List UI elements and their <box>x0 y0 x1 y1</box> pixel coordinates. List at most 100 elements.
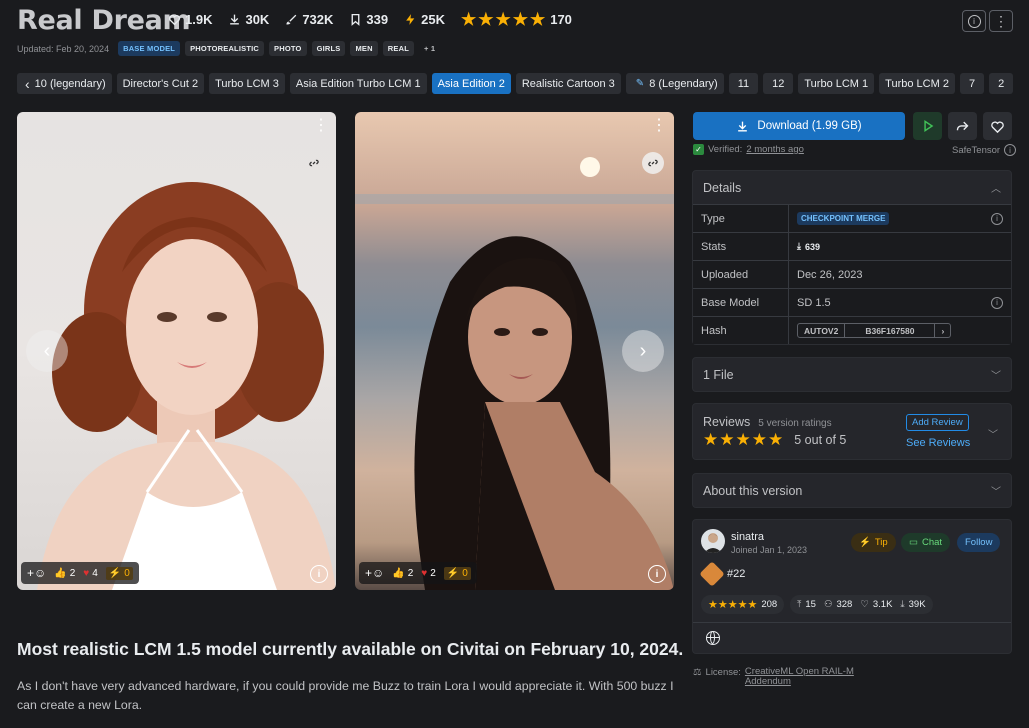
download-button[interactable]: Download (1.99 GB) <box>693 112 905 140</box>
image-info-button[interactable]: i <box>648 565 666 583</box>
buzz-stat: 25K <box>404 12 445 27</box>
star-icon: ★ <box>719 430 735 449</box>
buzz-reaction[interactable]: ⚡ 0 <box>105 566 133 580</box>
version-tab[interactable]: Turbo LCM 1 <box>798 73 875 94</box>
prev-image-button[interactable]: ‹ <box>26 330 68 372</box>
heart-reaction[interactable]: ♥ 4 <box>83 568 98 579</box>
collected-stat: 339 <box>349 12 388 27</box>
add-review-button[interactable]: Add Review <box>906 414 969 431</box>
info-button[interactable]: i <box>962 10 986 32</box>
generation-link-button[interactable] <box>642 152 664 174</box>
image-info-button[interactable]: i <box>310 565 328 583</box>
image-menu-button[interactable]: ⋮ <box>313 118 329 134</box>
version-tab[interactable]: 11 <box>728 73 759 94</box>
star-icon: ★ <box>735 430 751 449</box>
tag-base-model[interactable]: BASE MODEL <box>118 41 181 56</box>
add-reaction-button[interactable]: +☺ <box>27 566 46 580</box>
creator-rating: ★★★★★ 208 <box>701 595 785 614</box>
like-reaction[interactable]: 👍 2 <box>392 568 413 579</box>
divider <box>693 622 1011 623</box>
tag-more[interactable]: + 1 <box>419 41 440 56</box>
reviews-heading: Reviews <box>703 415 751 429</box>
version-tab[interactable]: ✎ 8 (Legendary) <box>625 73 724 94</box>
more-vertical-icon: ⋮ <box>994 13 1008 29</box>
avatar-image <box>704 533 722 553</box>
license-addendum-link[interactable]: Addendum <box>745 677 854 687</box>
star-icon: ★ <box>512 10 528 29</box>
version-tab[interactable]: Asia Edition Turbo LCM 1 <box>289 73 427 94</box>
version-tab[interactable]: ‹ 10 (legendary) <box>17 73 112 94</box>
version-label: 10 (legendary) <box>34 77 106 90</box>
verified-status: ✓ Verified: 2 months ago <box>693 144 804 155</box>
version-tab[interactable]: Director's Cut 2 <box>116 73 205 94</box>
download-icon <box>738 121 748 132</box>
chevron-up-icon: ︿ <box>991 184 1001 195</box>
follow-button[interactable]: Follow <box>957 533 1001 552</box>
brush-icon: ✎ <box>635 78 645 89</box>
tag-real[interactable]: REAL <box>382 41 414 56</box>
hash-value[interactable]: B36F167580 <box>844 324 934 337</box>
like-reaction[interactable]: 👍 2 <box>54 568 75 579</box>
info-icon[interactable]: i <box>991 212 1003 225</box>
detail-label: Base Model <box>693 289 789 316</box>
generation-link-button[interactable] <box>303 152 325 174</box>
star-icon: ★ <box>478 10 494 29</box>
license-label: License: <box>705 667 741 678</box>
share-button[interactable] <box>948 112 977 140</box>
download-icon: ⤓ <box>797 241 801 251</box>
tag-girls[interactable]: GIRLS <box>311 41 346 56</box>
heart-count: 2 <box>430 567 436 579</box>
info-icon[interactable]: i <box>1004 144 1017 156</box>
globe-icon[interactable] <box>706 631 720 645</box>
files-heading: 1 File <box>703 367 734 382</box>
about-panel[interactable]: About this version ﹀ <box>692 473 1012 508</box>
run-button[interactable] <box>913 112 942 140</box>
heart-icon <box>168 15 181 26</box>
version-tab[interactable]: Turbo LCM 2 <box>879 73 955 94</box>
buzz-reaction[interactable]: ⚡ 0 <box>443 566 471 580</box>
see-reviews-link[interactable]: See Reviews <box>906 437 970 449</box>
download-label: Download (1.99 GB) <box>757 120 862 132</box>
description-heading: Most realistic LCM 1.5 model currently a… <box>17 639 684 659</box>
more-menu-button[interactable]: ⋮ <box>989 10 1013 32</box>
verified-date[interactable]: 2 months ago <box>746 144 804 155</box>
creator-name[interactable]: sinatra <box>731 531 764 543</box>
hash-selector[interactable]: AUTOV2 B36F167580 › <box>797 323 952 338</box>
file-format-label: SafeTensor <box>952 144 1001 156</box>
chevron-down-icon[interactable]: ﹀ <box>988 426 998 441</box>
info-icon: i <box>655 568 659 580</box>
details-header[interactable]: Details ︿ <box>693 171 1011 204</box>
version-tab[interactable]: 7 <box>959 73 985 94</box>
tag-photo[interactable]: PHOTO <box>269 41 307 56</box>
version-tab[interactable]: 12 <box>763 73 794 94</box>
gallery-image[interactable]: ⋮ › +☺ 👍 2 ♥ 2 ⚡ 0 i <box>355 112 674 590</box>
chevron-down-icon: ﹀ <box>991 487 1001 498</box>
version-tab[interactable]: Turbo LCM 3 <box>209 73 285 94</box>
hash-type: AUTOV2 <box>804 325 839 336</box>
uploaded-value: Dec 26, 2023 <box>797 268 863 281</box>
version-tab-active[interactable]: Asia Edition 2 <box>431 73 511 94</box>
chevron-down-icon: ﹀ <box>991 371 1001 382</box>
bookmark-icon <box>351 13 360 26</box>
tag-photorealistic[interactable]: PHOTOREALISTIC <box>185 41 265 56</box>
image-menu-button[interactable]: ⋮ <box>651 118 667 134</box>
gallery-image[interactable]: ⋮ ‹ +☺ 👍 2 ♥ 4 ⚡ 0 i <box>17 112 336 590</box>
star-icon: ★ <box>703 430 719 449</box>
favorite-button[interactable] <box>983 112 1012 140</box>
chat-button[interactable]: ▭ Chat <box>901 533 951 552</box>
detail-label: Uploaded <box>693 261 789 288</box>
tag-men[interactable]: MEN <box>350 41 378 56</box>
next-image-button[interactable]: › <box>622 330 664 372</box>
tip-button[interactable]: ⚡ Tip <box>851 533 896 552</box>
thumbs-up-icon: 👍 <box>54 567 67 579</box>
info-icon[interactable]: i <box>991 296 1003 309</box>
version-tab[interactable]: Realistic Cartoon 3 <box>515 73 621 94</box>
add-reaction-button[interactable]: +☺ <box>365 566 384 580</box>
version-tab[interactable]: 2 <box>989 73 1014 94</box>
thumbs-up-icon: 👍 <box>392 567 405 579</box>
files-panel[interactable]: 1 File ﹀ <box>692 357 1012 392</box>
heart-reaction[interactable]: ♥ 2 <box>421 568 436 579</box>
like-count: 2 <box>69 567 76 579</box>
avatar[interactable] <box>701 529 725 553</box>
model-rating[interactable]: ★ ★ ★ ★ ★ 170 <box>461 11 572 28</box>
